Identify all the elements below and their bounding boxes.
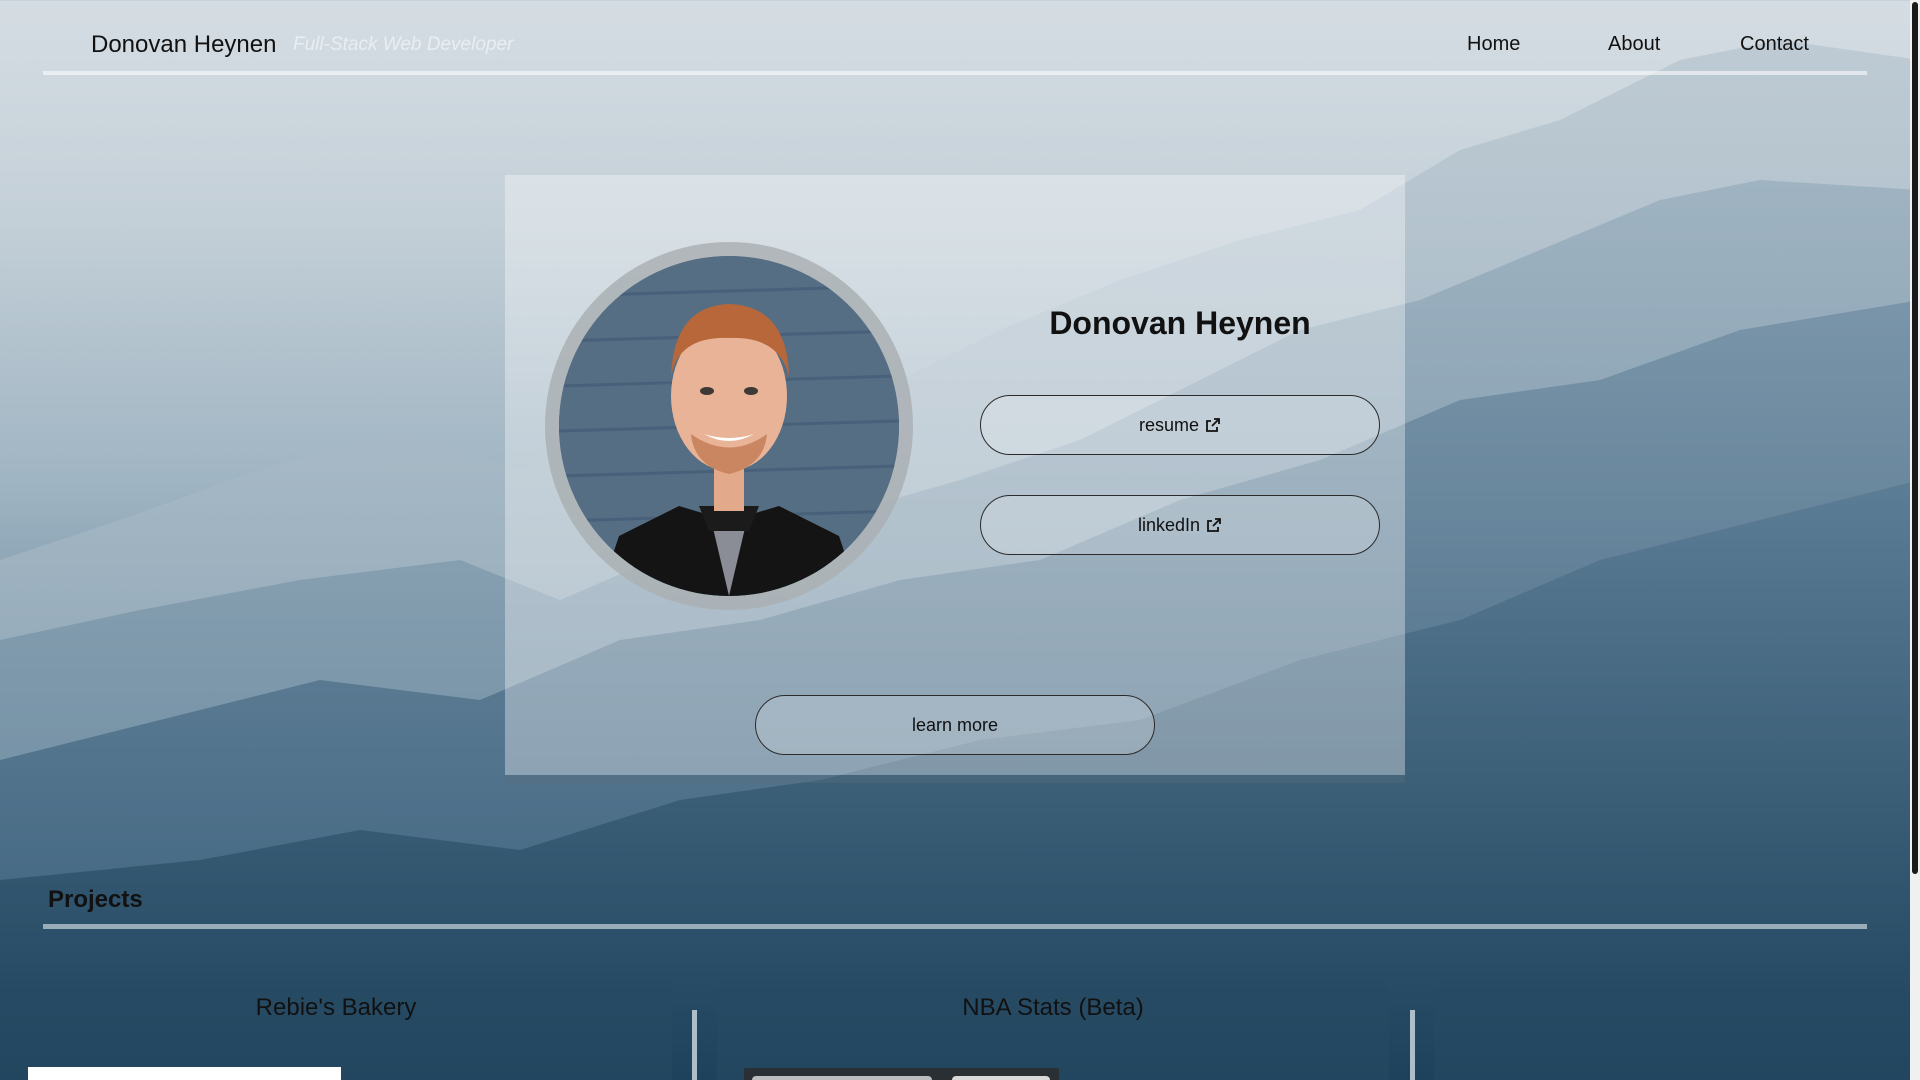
brand-tagline: Full-Stack Web Developer <box>293 34 514 55</box>
page: Donovan Heynen Full-Stack Web Developer … <box>0 0 1910 1080</box>
project-card-nba-stats[interactable]: NBA Stats (Beta) <box>717 980 1389 1080</box>
profile-card: Donovan Heynen resume linkedIn learn mor… <box>505 175 1405 775</box>
project-title: Rebie's Bakery <box>255 994 417 1021</box>
linkedin-button[interactable]: linkedIn <box>980 495 1380 555</box>
site-header: Donovan Heynen Full-Stack Web Developer … <box>43 0 1867 75</box>
thumbnail-search-bar <box>752 1076 932 1080</box>
project-title: NBA Stats (Beta) <box>962 994 1144 1021</box>
learn-more-button[interactable]: learn more <box>755 695 1155 755</box>
linkedin-label: linkedIn <box>1137 514 1201 535</box>
brand-name[interactable]: Donovan Heynen <box>91 31 276 59</box>
project-separator <box>1410 1010 1415 1080</box>
external-link-icon <box>1207 518 1221 532</box>
nav-home[interactable]: Home <box>1467 33 1520 56</box>
project-thumbnail[interactable] <box>28 1067 341 1080</box>
learn-more-label: learn more <box>911 714 999 735</box>
nav-contact[interactable]: Contact <box>1740 33 1809 56</box>
project-card-rebies-bakery[interactable]: Rebie's Bakery <box>0 980 672 1080</box>
avatar-ring <box>545 242 913 610</box>
scrollbar-thumb[interactable] <box>1912 2 1918 874</box>
projects-divider <box>43 924 1867 929</box>
project-thumbnail[interactable] <box>744 1068 1059 1080</box>
nav-about[interactable]: About <box>1608 33 1660 56</box>
avatar <box>559 256 899 596</box>
resume-button[interactable]: resume <box>980 395 1380 455</box>
profile-photo <box>559 256 899 596</box>
thumbnail-button <box>952 1076 1050 1080</box>
projects-heading: Projects <box>48 886 143 913</box>
resume-label: resume <box>1138 414 1200 435</box>
project-separator <box>692 1010 697 1080</box>
profile-name: Donovan Heynen <box>1049 305 1311 341</box>
page-scrollbar[interactable] <box>1910 0 1920 1080</box>
project-card-third[interactable] <box>1434 980 1910 1080</box>
external-link-icon <box>1206 418 1220 432</box>
